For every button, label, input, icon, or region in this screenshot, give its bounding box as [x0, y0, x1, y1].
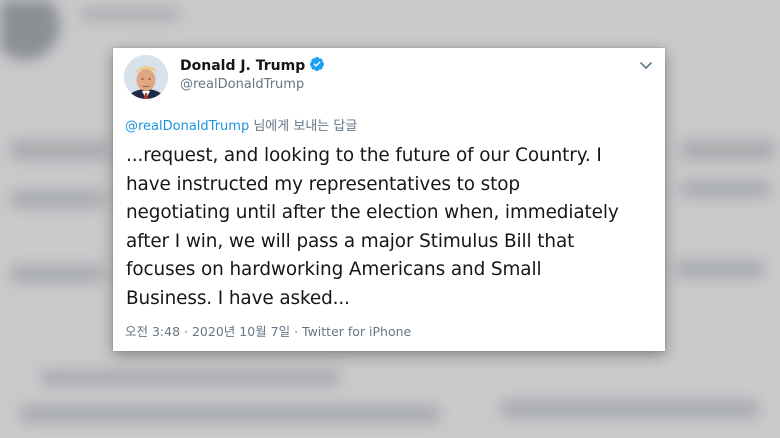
background-text-blur — [680, 180, 770, 198]
reply-mention-link[interactable]: @realDonaldTrump — [125, 119, 249, 134]
verified-badge-icon — [310, 57, 325, 71]
avatar-image — [124, 55, 168, 99]
background-text-blur — [675, 260, 765, 278]
background-avatar-blur — [0, 0, 60, 60]
tweet-text-line: ...request, and looking to the future of… — [126, 145, 602, 166]
avatar[interactable] — [124, 55, 168, 99]
tweet-metadata: 오전 3:48 · 2020년 10월 7일 · Twitter for iPh… — [125, 321, 411, 340]
tweet-source[interactable]: Twitter for iPhone — [302, 324, 411, 339]
tweet-text-line: focuses on hardworking Americans and Sma… — [126, 259, 542, 280]
background-name-blur — [80, 8, 180, 20]
metadata-separator: · — [180, 324, 192, 339]
background-text-blur — [20, 405, 440, 423]
background-text-blur — [680, 140, 775, 160]
tweet-text-line: Business. I have asked... — [126, 287, 350, 309]
background-text-blur — [500, 400, 760, 418]
tweet-text-line: after I win, we will pass a major Stimul… — [126, 230, 575, 252]
tweet-time[interactable]: 오전 3:48 — [125, 324, 180, 339]
tweet-card: Donald J. Trump @realDonaldTrump @realDo… — [113, 48, 665, 351]
user-handle[interactable]: @realDonaldTrump — [180, 77, 304, 92]
background-text-blur — [10, 265, 105, 283]
display-name-text: Donald J. Trump — [180, 58, 306, 74]
display-name[interactable]: Donald J. Trump — [180, 56, 325, 74]
reply-context-label: 님에게 보내는 답글 — [253, 119, 358, 134]
tweet-date[interactable]: 2020년 10월 7일 — [192, 324, 290, 339]
background-text-blur — [10, 140, 110, 160]
tweet-text-line: negotiating until after the election whe… — [126, 202, 619, 223]
chevron-down-icon — [640, 62, 652, 69]
tweet-text: ...request, and looking to the future of… — [126, 142, 656, 313]
tweet-text-line: have instructed my representatives to st… — [126, 173, 520, 195]
metadata-separator: · — [290, 324, 303, 339]
background-text-blur — [40, 370, 340, 386]
tweet-menu-button[interactable] — [637, 57, 655, 71]
background-text-blur — [10, 190, 105, 208]
reply-context: @realDonaldTrump 님에게 보내는 답글 — [125, 115, 357, 134]
